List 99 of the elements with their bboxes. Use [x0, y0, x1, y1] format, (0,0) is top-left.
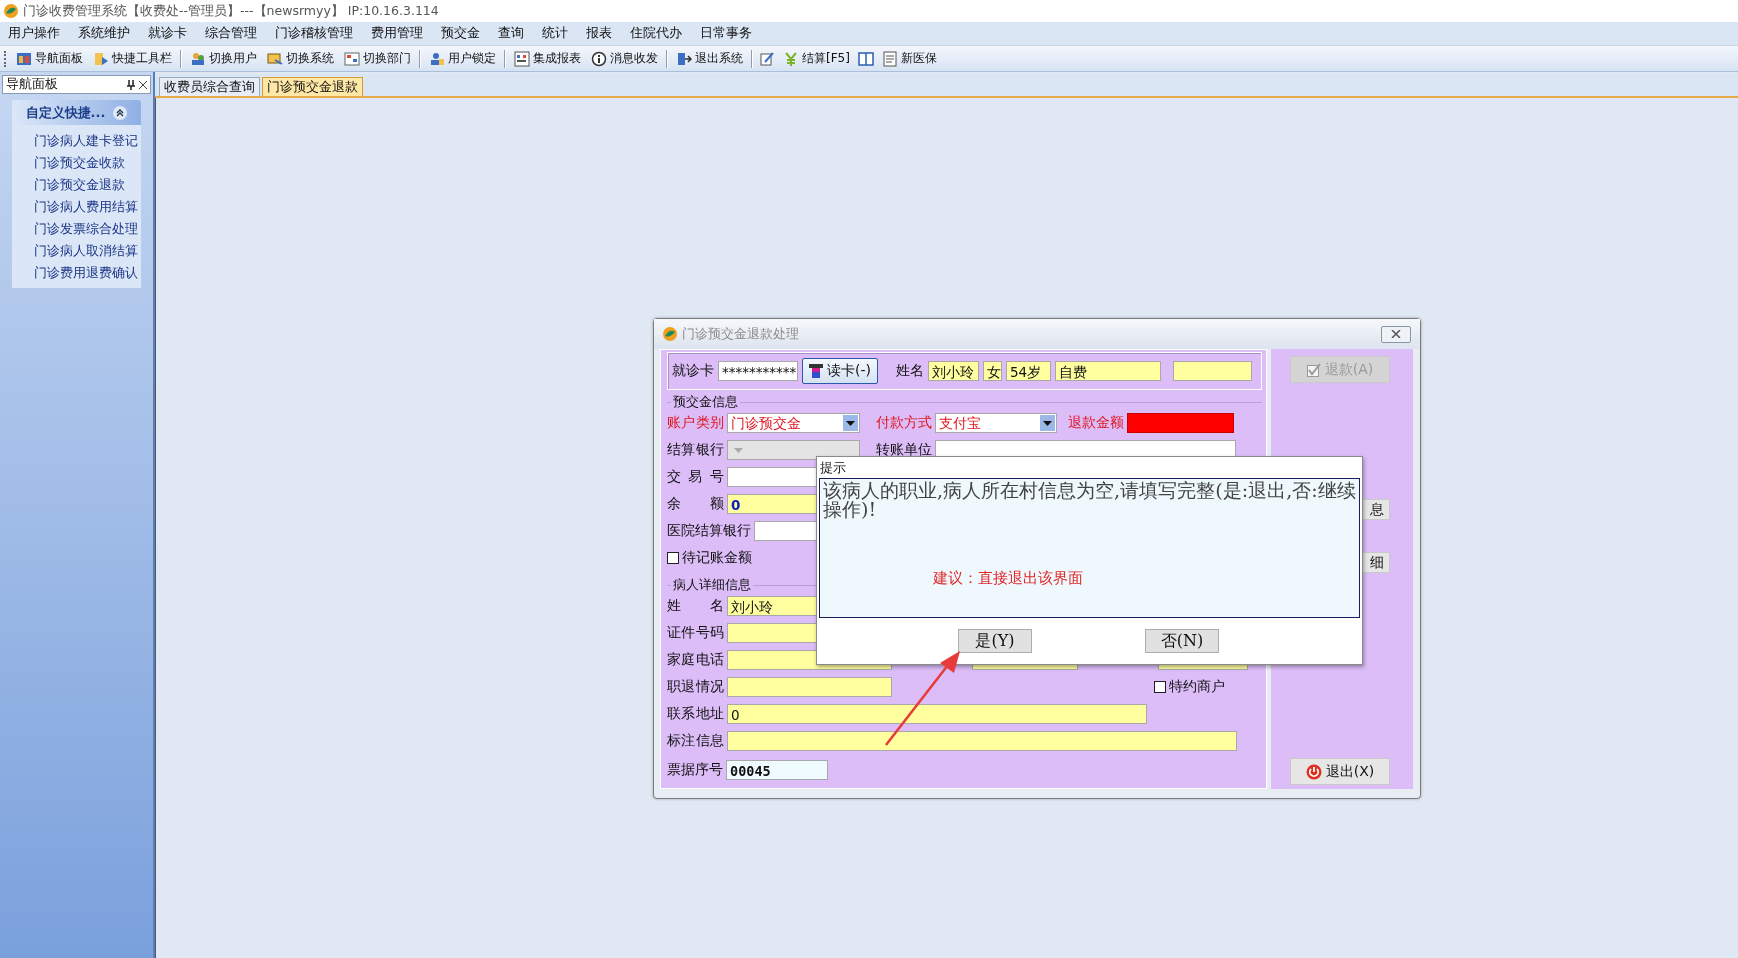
field-label: 退款金额: [1068, 414, 1124, 432]
yen-icon: [783, 50, 799, 67]
panel-icon: [16, 50, 32, 67]
refund-amount-field[interactable]: [1127, 413, 1234, 433]
users-icon: [190, 50, 206, 67]
menu-item[interactable]: 门诊稽核管理: [275, 25, 353, 42]
close-icon[interactable]: [139, 80, 147, 89]
field-label: 账户类别: [667, 414, 724, 432]
toolbar-button[interactable]: 切换用户: [188, 49, 259, 68]
input-field[interactable]: [1173, 361, 1252, 381]
field-label: 职退情况: [667, 678, 724, 696]
nav-link[interactable]: 门诊费用退费确认: [34, 262, 141, 284]
close-button[interactable]: [1381, 325, 1411, 343]
checkbox[interactable]: 待记账金额: [667, 549, 752, 567]
pin-icon[interactable]: [127, 79, 135, 90]
field-label: 姓名: [896, 362, 924, 380]
logo-icon: [662, 326, 678, 342]
field-label: 证件号码: [667, 624, 724, 642]
nav-link[interactable]: 门诊预交金收款: [34, 152, 141, 174]
payment-method-select[interactable]: 支付宝: [935, 413, 1057, 433]
exit-icon: [676, 50, 692, 67]
toolbar-button[interactable]: 退出系统: [674, 49, 745, 68]
nav-link[interactable]: 门诊病人费用结算: [34, 196, 141, 218]
edit-icon[interactable]: [759, 50, 775, 67]
retirement-field[interactable]: [727, 677, 892, 697]
toolbar-button[interactable]: 切换系统: [265, 49, 336, 68]
field-label: 交 易 号: [667, 468, 724, 486]
close-icon: [1391, 330, 1401, 338]
field-label: 姓 名: [667, 597, 724, 615]
card-reader-icon: [809, 363, 823, 379]
group-title: 自定义快捷...: [25, 103, 106, 122]
prompt-title: 提示: [819, 459, 847, 477]
suggestion-text: 建议：直接退出该界面: [933, 569, 1083, 588]
field-label: 联系地址: [667, 705, 724, 723]
receipt-number-field[interactable]: 00045: [726, 760, 828, 780]
folder-icon: [267, 50, 283, 67]
field-label: 结算银行: [667, 441, 724, 459]
menu-item[interactable]: 用户操作: [8, 25, 60, 42]
toolbar-icon: [93, 50, 109, 67]
power-icon: [1305, 763, 1322, 780]
info-icon: [591, 50, 607, 67]
user-lock-icon: [429, 50, 445, 67]
dialog-button[interactable]: 否(N): [1145, 629, 1219, 653]
read-card-button[interactable]: 读卡(-): [802, 358, 878, 384]
field-label: 家庭电话: [667, 651, 724, 669]
nav-link[interactable]: 门诊病人取消结算: [34, 240, 141, 262]
menu-item[interactable]: 统计: [542, 25, 568, 42]
checkbox-icon: [1306, 362, 1321, 377]
collapse-icon[interactable]: [113, 105, 128, 120]
remark-field[interactable]: [727, 731, 1237, 751]
report-icon: [514, 50, 530, 67]
toolbar-button[interactable]: 消息收发: [589, 49, 660, 68]
account-type-select[interactable]: 门诊预交金: [727, 413, 860, 433]
card-field[interactable]: ***********: [718, 361, 798, 381]
window-icon: [344, 50, 360, 67]
checkbox[interactable]: 特约商户: [1154, 678, 1225, 696]
tab[interactable]: 门诊预交金退款: [262, 77, 363, 96]
field-label: 转账单位: [876, 441, 932, 459]
field-label: 标注信息: [667, 732, 724, 750]
tab[interactable]: 收费员综合查询: [159, 77, 260, 96]
panel-title: 导航面板: [6, 76, 59, 93]
menu-item[interactable]: 住院代办: [630, 25, 682, 42]
document-icon: [881, 50, 898, 67]
dialog-button[interactable]: 是(Y): [958, 629, 1032, 653]
toolbar-button[interactable]: 快捷工具栏: [91, 49, 174, 68]
field-label: 付款方式: [876, 414, 932, 432]
logo-icon: [3, 3, 19, 19]
window-title: 门诊收费管理系统【收费处--管理员】---【newsrmyy】 IP:10.16.3.114: [23, 2, 439, 20]
side-button[interactable]: 退出(X): [1290, 758, 1390, 785]
group-title: 预交金信息: [671, 394, 740, 409]
nav-link[interactable]: 门诊预交金退款: [34, 174, 141, 196]
nav-link[interactable]: 门诊病人建卡登记: [34, 130, 141, 152]
menu-item[interactable]: 预交金: [441, 25, 480, 42]
toolbar-button[interactable]: 用户锁定: [427, 49, 498, 68]
menu-item[interactable]: 综合管理: [205, 25, 257, 42]
menu-item[interactable]: 系统维护: [78, 25, 130, 42]
toolbar-button[interactable]: 新医保: [879, 49, 939, 68]
field-label: 票据序号: [667, 761, 723, 779]
book-icon[interactable]: [857, 50, 874, 67]
menu-item[interactable]: 就诊卡: [148, 25, 187, 42]
fee-type-field[interactable]: 自费: [1055, 361, 1161, 381]
menu-item[interactable]: 报表: [586, 25, 612, 42]
sex-field[interactable]: 女: [983, 361, 1002, 381]
menu-item[interactable]: 查询: [498, 25, 524, 42]
age-field[interactable]: 54岁: [1006, 361, 1051, 381]
toolbar-button[interactable]: 导航面板: [14, 49, 85, 68]
toolbar-button[interactable]: 集成报表: [512, 49, 583, 68]
dialog-title: 门诊预交金退款处理: [682, 325, 800, 343]
toolbar-button[interactable]: 结算[F5]: [781, 49, 852, 68]
field-label: 就诊卡: [672, 362, 714, 380]
menu-item[interactable]: 费用管理: [371, 25, 423, 42]
address-field[interactable]: 0: [727, 704, 1147, 724]
toolbar-button[interactable]: 切换部门: [342, 49, 413, 68]
name-field[interactable]: 刘小玲: [928, 361, 979, 381]
group-title: 病人详细信息: [671, 577, 753, 592]
field-label: 余 额: [667, 495, 724, 513]
menu-item[interactable]: 日常事务: [700, 25, 752, 42]
field-label: 医院结算银行: [667, 522, 751, 540]
nav-link[interactable]: 门诊发票综合处理: [34, 218, 141, 240]
